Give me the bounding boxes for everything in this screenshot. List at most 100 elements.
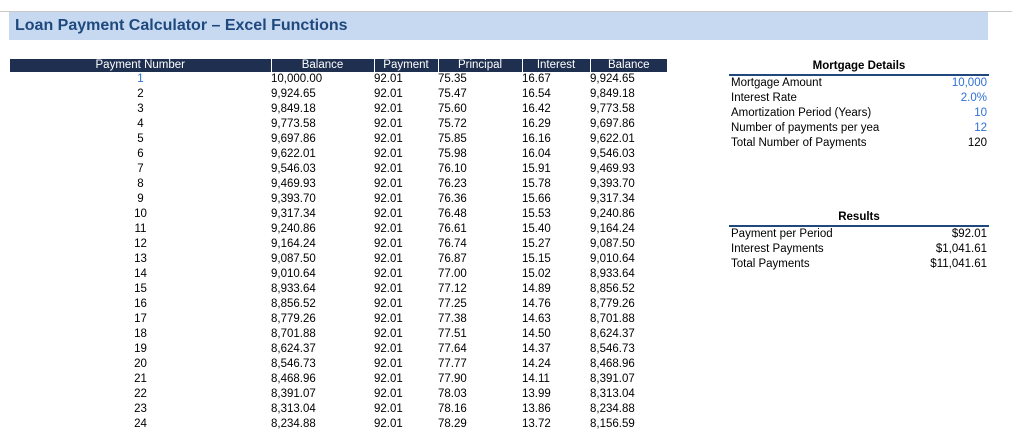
start-balance-cell[interactable]: 9,317.34 [271,207,374,222]
payment-cell[interactable]: 92.01 [374,387,438,402]
amortization-period-value[interactable]: 10 [974,106,987,121]
start-balance-cell[interactable]: 8,856.52 [271,297,374,312]
payment-cell[interactable]: 92.01 [374,162,438,177]
start-balance-cell[interactable]: 9,622.01 [271,147,374,162]
payment-number-cell[interactable]: 9 [10,192,271,207]
start-balance-cell[interactable]: 9,924.65 [271,87,374,102]
end-balance-cell[interactable]: 9,393.70 [590,177,667,192]
start-balance-cell[interactable]: 10,000.00 [271,72,374,87]
start-balance-cell[interactable]: 8,701.88 [271,327,374,342]
payment-number-cell[interactable]: 19 [10,342,271,357]
end-balance-cell[interactable]: 9,924.65 [590,72,667,87]
results-row[interactable]: Payment per Period $92.01 [729,227,989,242]
principal-cell[interactable]: 75.47 [438,87,522,102]
payment-number-cell[interactable]: 16 [10,297,271,312]
header-principal[interactable]: Principal [438,59,523,72]
end-balance-cell[interactable]: 8,701.88 [590,312,667,327]
start-balance-cell[interactable]: 8,313.04 [271,402,374,417]
payment-number-cell[interactable]: 17 [10,312,271,327]
end-balance-cell[interactable]: 8,779.26 [590,297,667,312]
principal-cell[interactable]: 77.64 [438,342,522,357]
payment-cell[interactable]: 92.01 [374,87,438,102]
interest-cell[interactable]: 15.15 [522,252,590,267]
end-balance-cell[interactable]: 9,773.58 [590,102,667,117]
principal-cell[interactable]: 78.29 [438,417,522,432]
mortgage-row[interactable]: Amortization Period (Years) 10 [729,106,989,121]
payment-cell[interactable]: 92.01 [374,132,438,147]
mortgage-row[interactable]: Number of payments per yea 12 [729,121,989,136]
payment-cell[interactable]: 92.01 [374,327,438,342]
start-balance-cell[interactable]: 9,087.50 [271,252,374,267]
interest-cell[interactable]: 16.16 [522,132,590,147]
end-balance-cell[interactable]: 9,469.93 [590,162,667,177]
principal-cell[interactable]: 76.10 [438,162,522,177]
start-balance-cell[interactable]: 9,164.24 [271,237,374,252]
principal-cell[interactable]: 75.85 [438,132,522,147]
mortgage-row[interactable]: Mortgage Amount 10,000 [729,76,989,91]
start-balance-cell[interactable]: 9,393.70 [271,192,374,207]
payment-number-cell[interactable]: 10 [10,207,271,222]
payment-cell[interactable]: 92.01 [374,222,438,237]
start-balance-cell[interactable]: 9,697.86 [271,132,374,147]
principal-cell[interactable]: 76.87 [438,252,522,267]
principal-cell[interactable]: 75.72 [438,117,522,132]
payment-number-cell[interactable]: 18 [10,327,271,342]
principal-cell[interactable]: 76.61 [438,222,522,237]
end-balance-cell[interactable]: 8,546.73 [590,342,667,357]
mortgage-row[interactable]: Interest Rate 2.0% [729,91,989,106]
principal-cell[interactable]: 77.12 [438,282,522,297]
start-balance-cell[interactable]: 9,010.64 [271,267,374,282]
interest-cell[interactable]: 15.53 [522,207,590,222]
interest-cell[interactable]: 16.42 [522,102,590,117]
payment-number-cell[interactable]: 2 [10,87,271,102]
mortgage-amount-value[interactable]: 10,000 [952,76,987,91]
payment-per-period-value[interactable]: $92.01 [952,227,987,242]
principal-cell[interactable]: 76.74 [438,237,522,252]
interest-cell[interactable]: 15.91 [522,162,590,177]
header-payment[interactable]: Payment [374,59,439,72]
principal-cell[interactable]: 78.16 [438,402,522,417]
interest-cell[interactable]: 13.86 [522,402,590,417]
payment-cell[interactable]: 92.01 [374,372,438,387]
payment-number-cell[interactable]: 21 [10,372,271,387]
payment-cell[interactable]: 92.01 [374,267,438,282]
principal-cell[interactable]: 75.98 [438,147,522,162]
payment-number-cell[interactable]: 23 [10,402,271,417]
end-balance-cell[interactable]: 9,317.34 [590,192,667,207]
end-balance-cell[interactable]: 8,391.07 [590,372,667,387]
payment-number-cell[interactable]: 20 [10,357,271,372]
payment-cell[interactable]: 92.01 [374,297,438,312]
end-balance-cell[interactable]: 9,849.18 [590,87,667,102]
payment-number-cell[interactable]: 22 [10,387,271,402]
end-balance-cell[interactable]: 8,156.59 [590,417,667,432]
interest-cell[interactable]: 16.67 [522,72,590,87]
principal-cell[interactable]: 77.51 [438,327,522,342]
interest-cell[interactable]: 14.76 [522,297,590,312]
end-balance-cell[interactable]: 8,313.04 [590,387,667,402]
start-balance-cell[interactable]: 9,546.03 [271,162,374,177]
results-row[interactable]: Interest Payments $1,041.61 [729,242,989,257]
end-balance-cell[interactable]: 9,087.50 [590,237,667,252]
principal-cell[interactable]: 75.35 [438,72,522,87]
interest-cell[interactable]: 14.11 [522,372,590,387]
payment-number-cell[interactable]: 4 [10,117,271,132]
interest-cell[interactable]: 16.54 [522,87,590,102]
interest-cell[interactable]: 14.63 [522,312,590,327]
interest-payments-value[interactable]: $1,041.61 [936,242,987,257]
interest-cell[interactable]: 13.99 [522,387,590,402]
end-balance-cell[interactable]: 8,234.88 [590,402,667,417]
end-balance-cell[interactable]: 9,240.86 [590,207,667,222]
start-balance-cell[interactable]: 8,234.88 [271,417,374,432]
payment-number-cell[interactable]: 7 [10,162,271,177]
start-balance-cell[interactable]: 8,546.73 [271,357,374,372]
principal-cell[interactable]: 75.60 [438,102,522,117]
end-balance-cell[interactable]: 9,697.86 [590,117,667,132]
header-interest[interactable]: Interest [522,59,591,72]
principal-cell[interactable]: 78.03 [438,387,522,402]
principal-cell[interactable]: 76.48 [438,207,522,222]
mortgage-row[interactable]: Total Number of Payments 120 [729,136,989,151]
principal-cell[interactable]: 77.77 [438,357,522,372]
end-balance-cell[interactable]: 8,933.64 [590,267,667,282]
payment-number-cell[interactable]: 24 [10,417,271,432]
payment-number-cell[interactable]: 3 [10,102,271,117]
